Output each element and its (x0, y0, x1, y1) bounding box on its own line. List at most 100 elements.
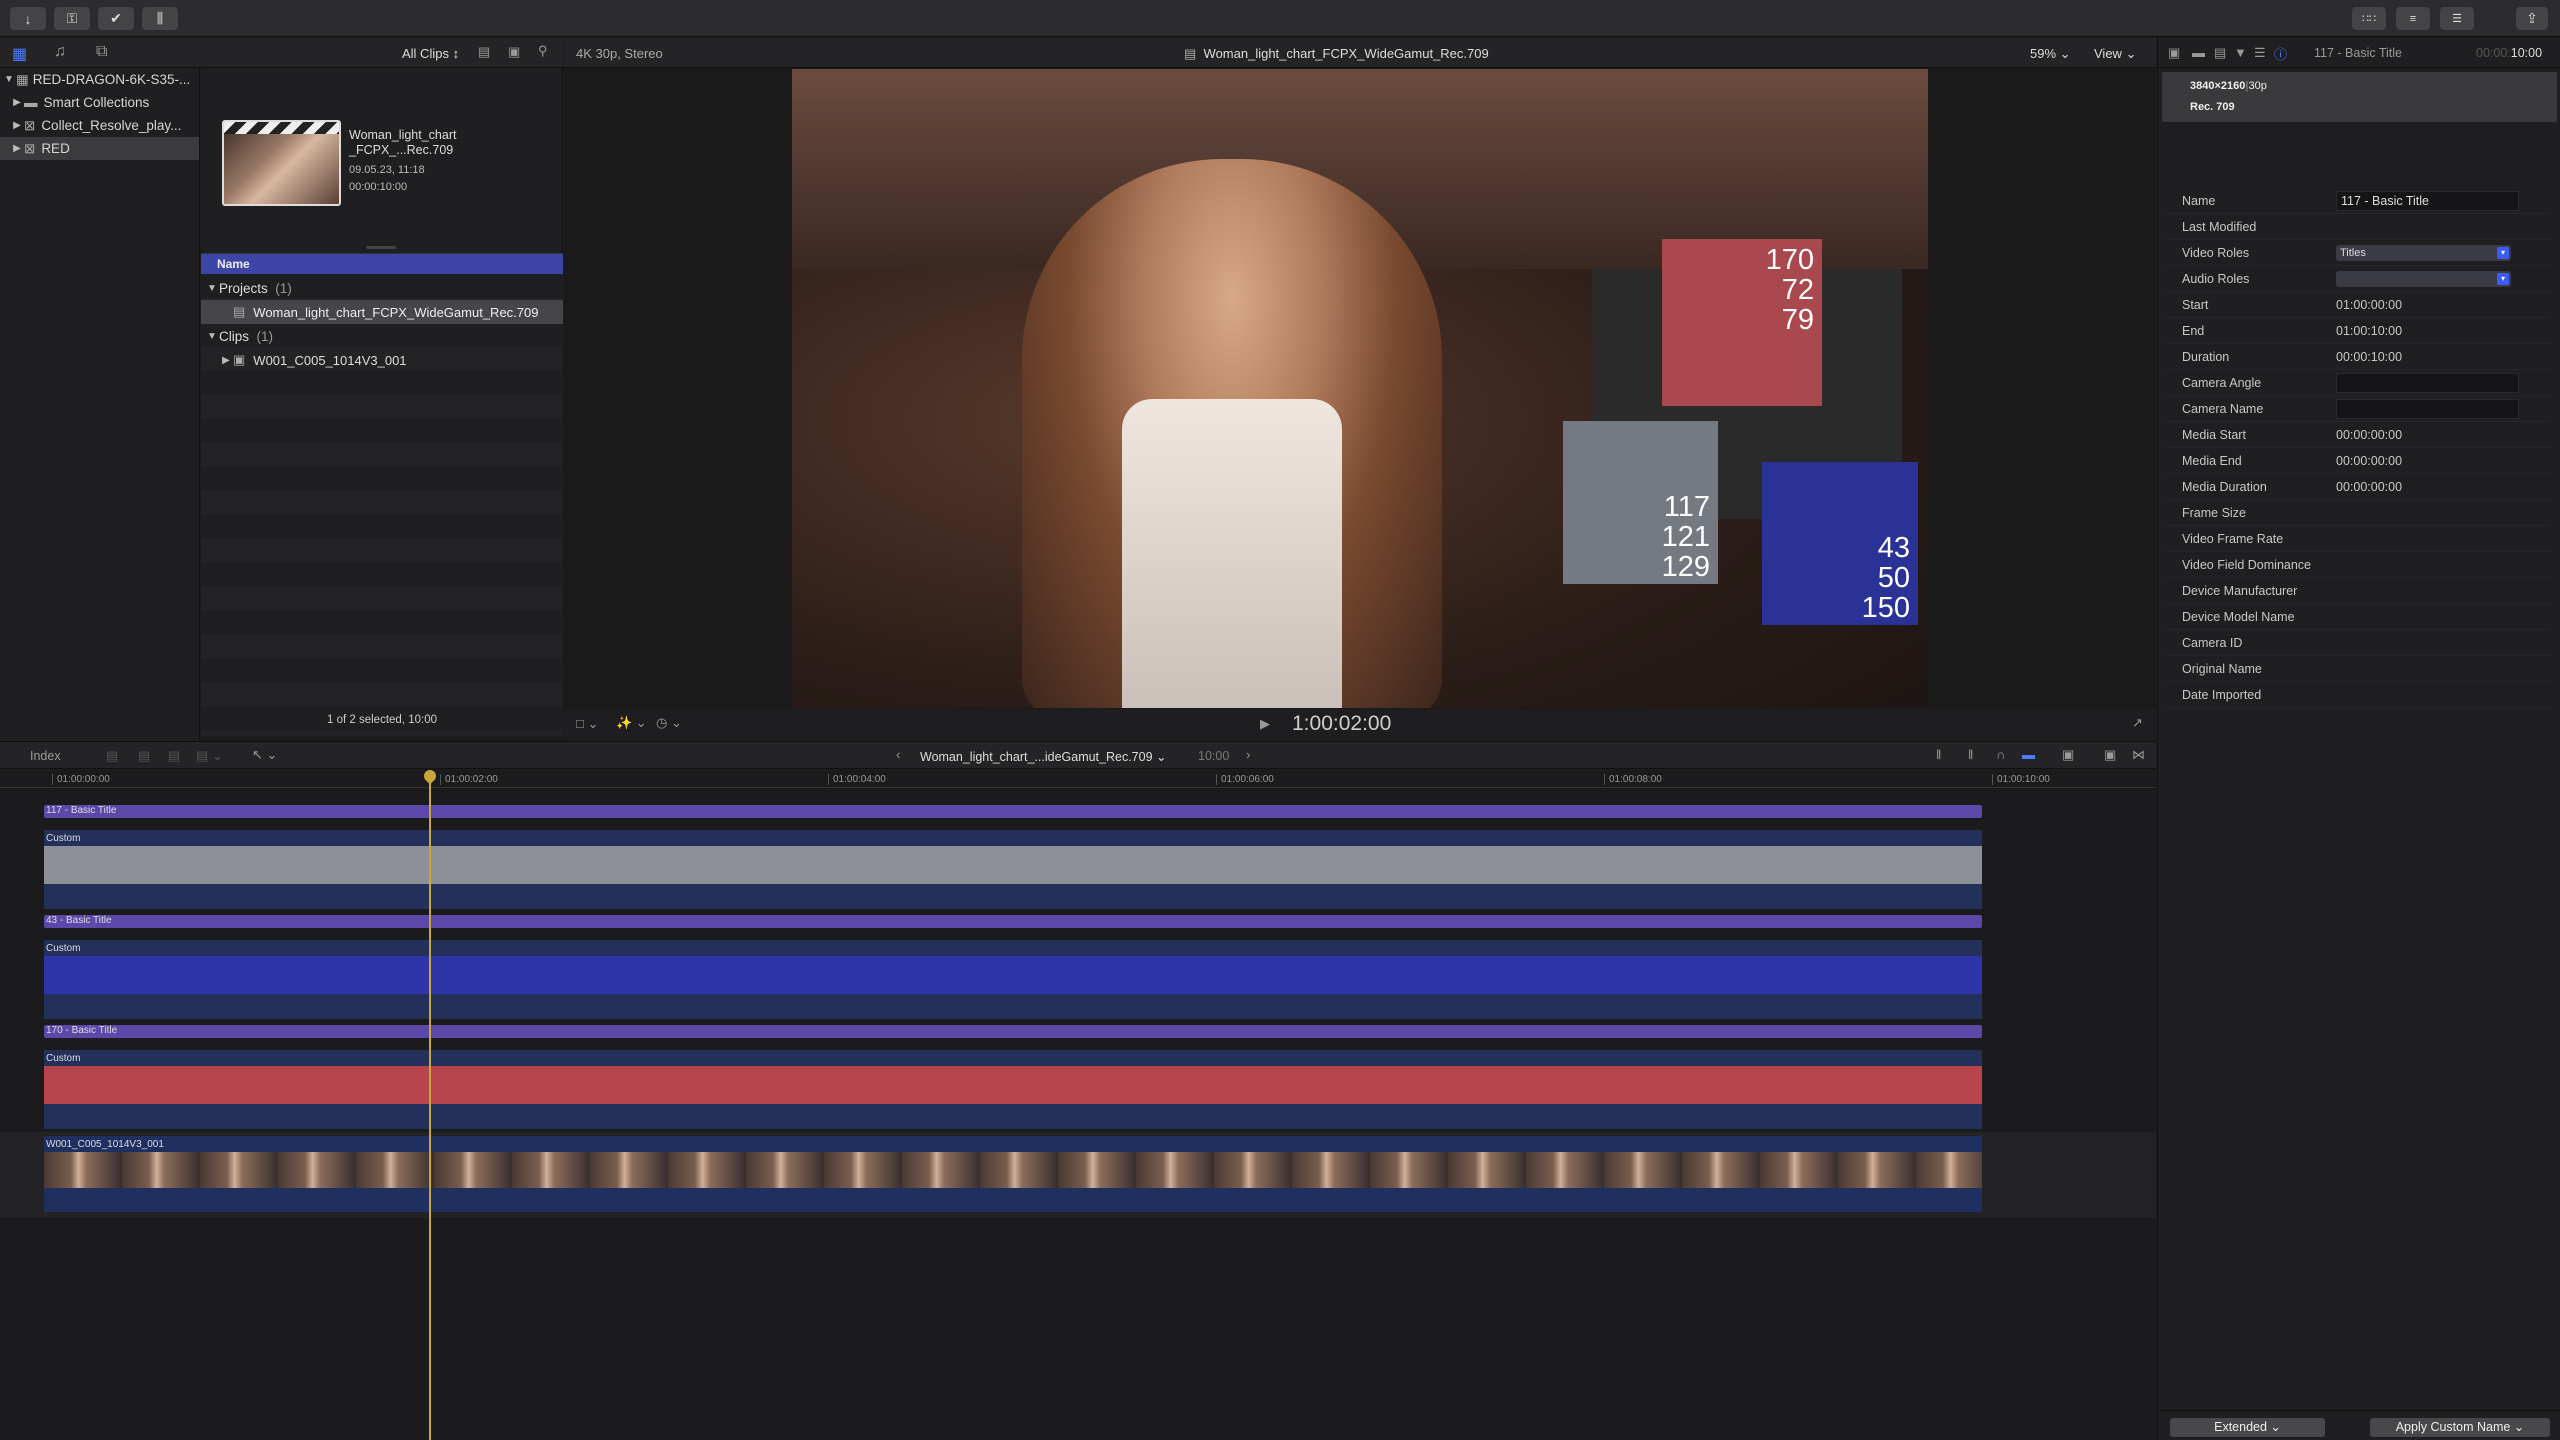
library-item-smart-collections[interactable]: ▶ ▬ Smart Collections (0, 91, 199, 114)
inspector-key: Last Modified (2182, 219, 2257, 234)
swatch-gray: 117 121 129 (1563, 421, 1718, 584)
clip-appearance-icon[interactable]: ▤ (478, 44, 490, 60)
custom-clip-43[interactable]: Custom (44, 940, 1982, 1019)
project-thumbnail[interactable] (222, 120, 341, 206)
libraries-sidebar: ▼ ▦ RED-DRAGON-6K-S35-... ▶ ▬ Smart Collecti… (0, 68, 200, 748)
effects-browser-icon[interactable]: ▣ (2104, 747, 2116, 763)
view-menu[interactable]: View ⌄ (2094, 46, 2136, 62)
group-projects[interactable]: ▼ Projects (1) (201, 276, 292, 300)
inspector-row-frame-size: Frame Size (2166, 500, 2551, 526)
title-inspector-icon[interactable]: ▣ (2168, 45, 2180, 61)
inspector-row-name: Name 117 - Basic Title (2166, 188, 2551, 214)
playhead[interactable] (429, 770, 431, 1440)
search-icon[interactable]: ⚲ (538, 43, 548, 59)
disclosure-open-icon[interactable]: ▼ (205, 283, 219, 294)
titles-generators-icon[interactable]: ⧉ (96, 43, 107, 61)
filmstrip-frame (902, 1152, 979, 1188)
video-inspector-icon[interactable]: ▤ (2214, 45, 2226, 61)
inspector-field[interactable]: 117 - Basic Title (2336, 190, 2519, 211)
append-clip-icon[interactable]: ▤ (168, 748, 180, 764)
inspector-value: 01:00:00:00 (2336, 297, 2403, 312)
video-frame[interactable]: 170 72 79 117 121 129 43 50 150 (792, 69, 1928, 708)
snapping-icon[interactable]: ▬ (2022, 747, 2035, 762)
library-item-collect[interactable]: ▶ ⊠ Collect_Resolve_play... (0, 114, 199, 137)
list-header[interactable]: Name (201, 254, 563, 274)
text-inspector-icon[interactable]: ▬ (2192, 45, 2205, 60)
inspector-field[interactable] (2336, 398, 2519, 419)
clip-appearance-icon[interactable]: ▣ (2062, 747, 2074, 763)
ruler-label: 01:00:00:00 (52, 774, 110, 785)
apply-custom-name-dropdown[interactable]: Apply Custom Name ⌄ (2370, 1418, 2550, 1437)
inspector-row-camera-id: Camera ID (2166, 630, 2551, 656)
inspector-field[interactable] (2336, 372, 2519, 393)
inspector-key: Media End (2182, 453, 2242, 468)
title-bar-43[interactable]: 43 - Basic Title (44, 915, 1982, 928)
disclosure-closed-icon[interactable]: ▶ (10, 143, 24, 154)
library-item-root[interactable]: ▼ ▦ RED-DRAGON-6K-S35-... (0, 68, 199, 91)
video-clip[interactable]: W001_C005_1014V3_001 (44, 1136, 1982, 1212)
disclosure-closed-icon[interactable]: ▶ (219, 355, 233, 366)
skimming-icon[interactable]: ‖ (1936, 747, 1941, 762)
photos-audio-icon[interactable]: ♫ (54, 43, 66, 61)
filmstrip-frame (1526, 1152, 1603, 1188)
transform-icon[interactable]: □ ⌄ (576, 716, 598, 732)
disclosure-closed-icon[interactable]: ▶ (10, 97, 24, 108)
back-icon[interactable]: ‹ (896, 747, 900, 762)
disclosure-open-icon[interactable]: ▼ (2, 74, 16, 85)
swatch-blue: 43 50 150 (1762, 462, 1918, 625)
import-button[interactable]: ↓ (10, 7, 46, 30)
play-icon[interactable]: ▶ (1260, 716, 1270, 732)
audio-meters-button[interactable]: ⫼ (142, 7, 178, 30)
inspector-key: End (2182, 323, 2205, 338)
library-icon[interactable]: ▦ (12, 44, 27, 64)
timecode-display[interactable]: 1:00:02:00 (1292, 712, 1391, 736)
workspace-browser-button[interactable]: ∷∷ (2352, 7, 2386, 30)
transitions-browser-icon[interactable]: ⋈ (2132, 747, 2145, 763)
splitter-handle[interactable] (366, 246, 396, 249)
custom-clip-117[interactable]: Custom (44, 830, 1982, 909)
title-bar-170[interactable]: 170 - Basic Title (44, 1025, 1982, 1038)
share-button[interactable]: ⇪ (2516, 7, 2548, 30)
filmstrip-icon[interactable]: ▣ (508, 44, 520, 60)
color-inspector-icon[interactable]: ▼ (2234, 45, 2247, 60)
inspector-key: Start (2182, 297, 2209, 312)
insert-clip-icon[interactable]: ▤ (138, 748, 150, 764)
info-icon[interactable]: ⓘ (2274, 44, 2287, 63)
select-tool-icon[interactable]: ↖ ⌄ (252, 747, 277, 763)
inspector-title: 117 - Basic Title (2314, 46, 2403, 60)
keywords-button[interactable]: ⚿ (54, 7, 90, 30)
background-tasks-button[interactable]: ✔ (98, 7, 134, 30)
headphones-icon[interactable]: ∩ (1996, 747, 2005, 762)
timeline-project-name[interactable]: Woman_light_chart_...ideGamut_Rec.709 ⌄ (920, 749, 1167, 764)
disclosure-open-icon[interactable]: ▼ (205, 331, 219, 342)
overwrite-clip-icon[interactable]: ▤ ⌄ (196, 748, 223, 764)
fullscreen-icon[interactable]: ↗ (2132, 715, 2143, 731)
list-item-clip[interactable]: ▶ ▣ W001_C005_1014V3_001 (201, 348, 563, 372)
filmstrip-frame (356, 1152, 433, 1188)
inspector-value: 00:00:00:00 (2336, 453, 2403, 468)
clip-filter-dropdown[interactable]: All Clips ↕ (402, 46, 459, 61)
timeline-ruler[interactable]: 01:00:00:00 01:00:02:00 01:00:04:00 01:00:0… (0, 770, 2156, 788)
inspector-dropdown[interactable]: Titles ▾ (2336, 244, 2511, 261)
metadata-view-dropdown[interactable]: Extended ⌄ (2170, 1418, 2325, 1437)
workspace-timeline-button[interactable]: ≡ (2396, 7, 2430, 30)
disclosure-closed-icon[interactable]: ▶ (10, 120, 24, 131)
group-clips[interactable]: ▼ Clips (1) (201, 324, 273, 348)
zoom-dropdown[interactable]: 59% ⌄ (2030, 46, 2071, 62)
enhance-icon[interactable]: ✨ ⌄ (616, 715, 647, 731)
list-item-project[interactable]: ▤ Woman_light_chart_FCPX_WideGamut_Rec.70… (201, 300, 563, 324)
filter-icon[interactable]: ☰ (2254, 45, 2266, 61)
library-item-red[interactable]: ▶ ⊠ RED (0, 137, 199, 160)
filmstrip-frame (434, 1152, 511, 1188)
title-bar-117[interactable]: 117 - Basic Title (44, 805, 1982, 818)
forward-icon[interactable]: › (1246, 747, 1250, 762)
inspector-row-date-imported: Date Imported (2166, 682, 2551, 708)
custom-clip-170[interactable]: Custom (44, 1050, 1982, 1129)
inspector-dropdown[interactable]: ▾ (2336, 270, 2511, 287)
speed-icon[interactable]: ◷ ⌄ (656, 715, 682, 731)
index-button[interactable]: Index (30, 749, 61, 763)
filmstrip-frame (278, 1152, 355, 1188)
workspace-inspector-button[interactable]: ☰ (2440, 7, 2474, 30)
connect-clip-icon[interactable]: ▤ (106, 748, 118, 764)
audio-skimming-icon[interactable]: ‖ (1968, 747, 1973, 762)
